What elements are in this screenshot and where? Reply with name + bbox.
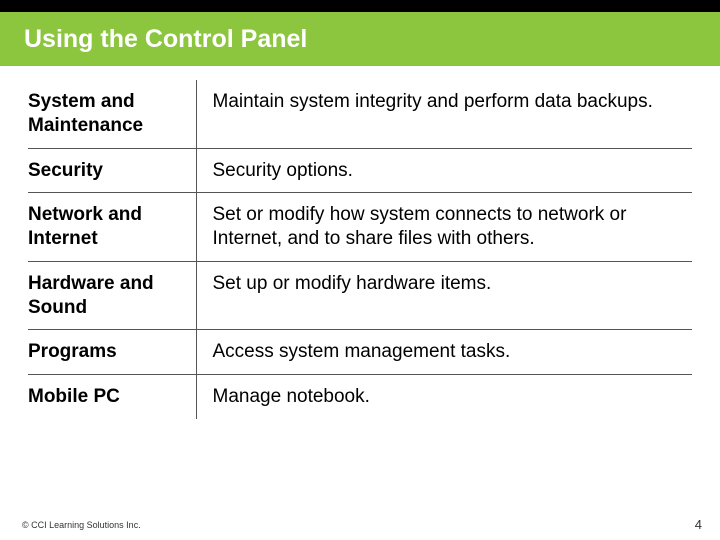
desc-cell: Set or modify how system connects to net… — [196, 193, 692, 262]
footer: © CCI Learning Solutions Inc. 4 — [0, 517, 720, 532]
table-row: System and Maintenance Maintain system i… — [28, 80, 692, 148]
table-row: Network and Internet Set or modify how s… — [28, 193, 692, 262]
slide: Using the Control Panel System and Maint… — [0, 0, 720, 540]
term-cell: Mobile PC — [28, 375, 196, 419]
content-area: System and Maintenance Maintain system i… — [0, 66, 720, 540]
top-black-bar — [0, 0, 720, 12]
desc-cell: Set up or modify hardware items. — [196, 261, 692, 330]
desc-cell: Manage notebook. — [196, 375, 692, 419]
desc-cell: Access system management tasks. — [196, 330, 692, 375]
page-number: 4 — [695, 517, 702, 532]
table-row: Mobile PC Manage notebook. — [28, 375, 692, 419]
table-row: Security Security options. — [28, 148, 692, 193]
term-cell: Programs — [28, 330, 196, 375]
copyright-text: © CCI Learning Solutions Inc. — [22, 520, 141, 530]
desc-cell: Security options. — [196, 148, 692, 193]
table-row: Hardware and Sound Set up or modify hard… — [28, 261, 692, 330]
title-bar: Using the Control Panel — [0, 12, 720, 66]
slide-title: Using the Control Panel — [24, 25, 307, 54]
term-cell: Network and Internet — [28, 193, 196, 262]
desc-cell: Maintain system integrity and perform da… — [196, 80, 692, 148]
table-row: Programs Access system management tasks. — [28, 330, 692, 375]
definitions-table: System and Maintenance Maintain system i… — [28, 80, 692, 419]
term-cell: Security — [28, 148, 196, 193]
term-cell: System and Maintenance — [28, 80, 196, 148]
term-cell: Hardware and Sound — [28, 261, 196, 330]
